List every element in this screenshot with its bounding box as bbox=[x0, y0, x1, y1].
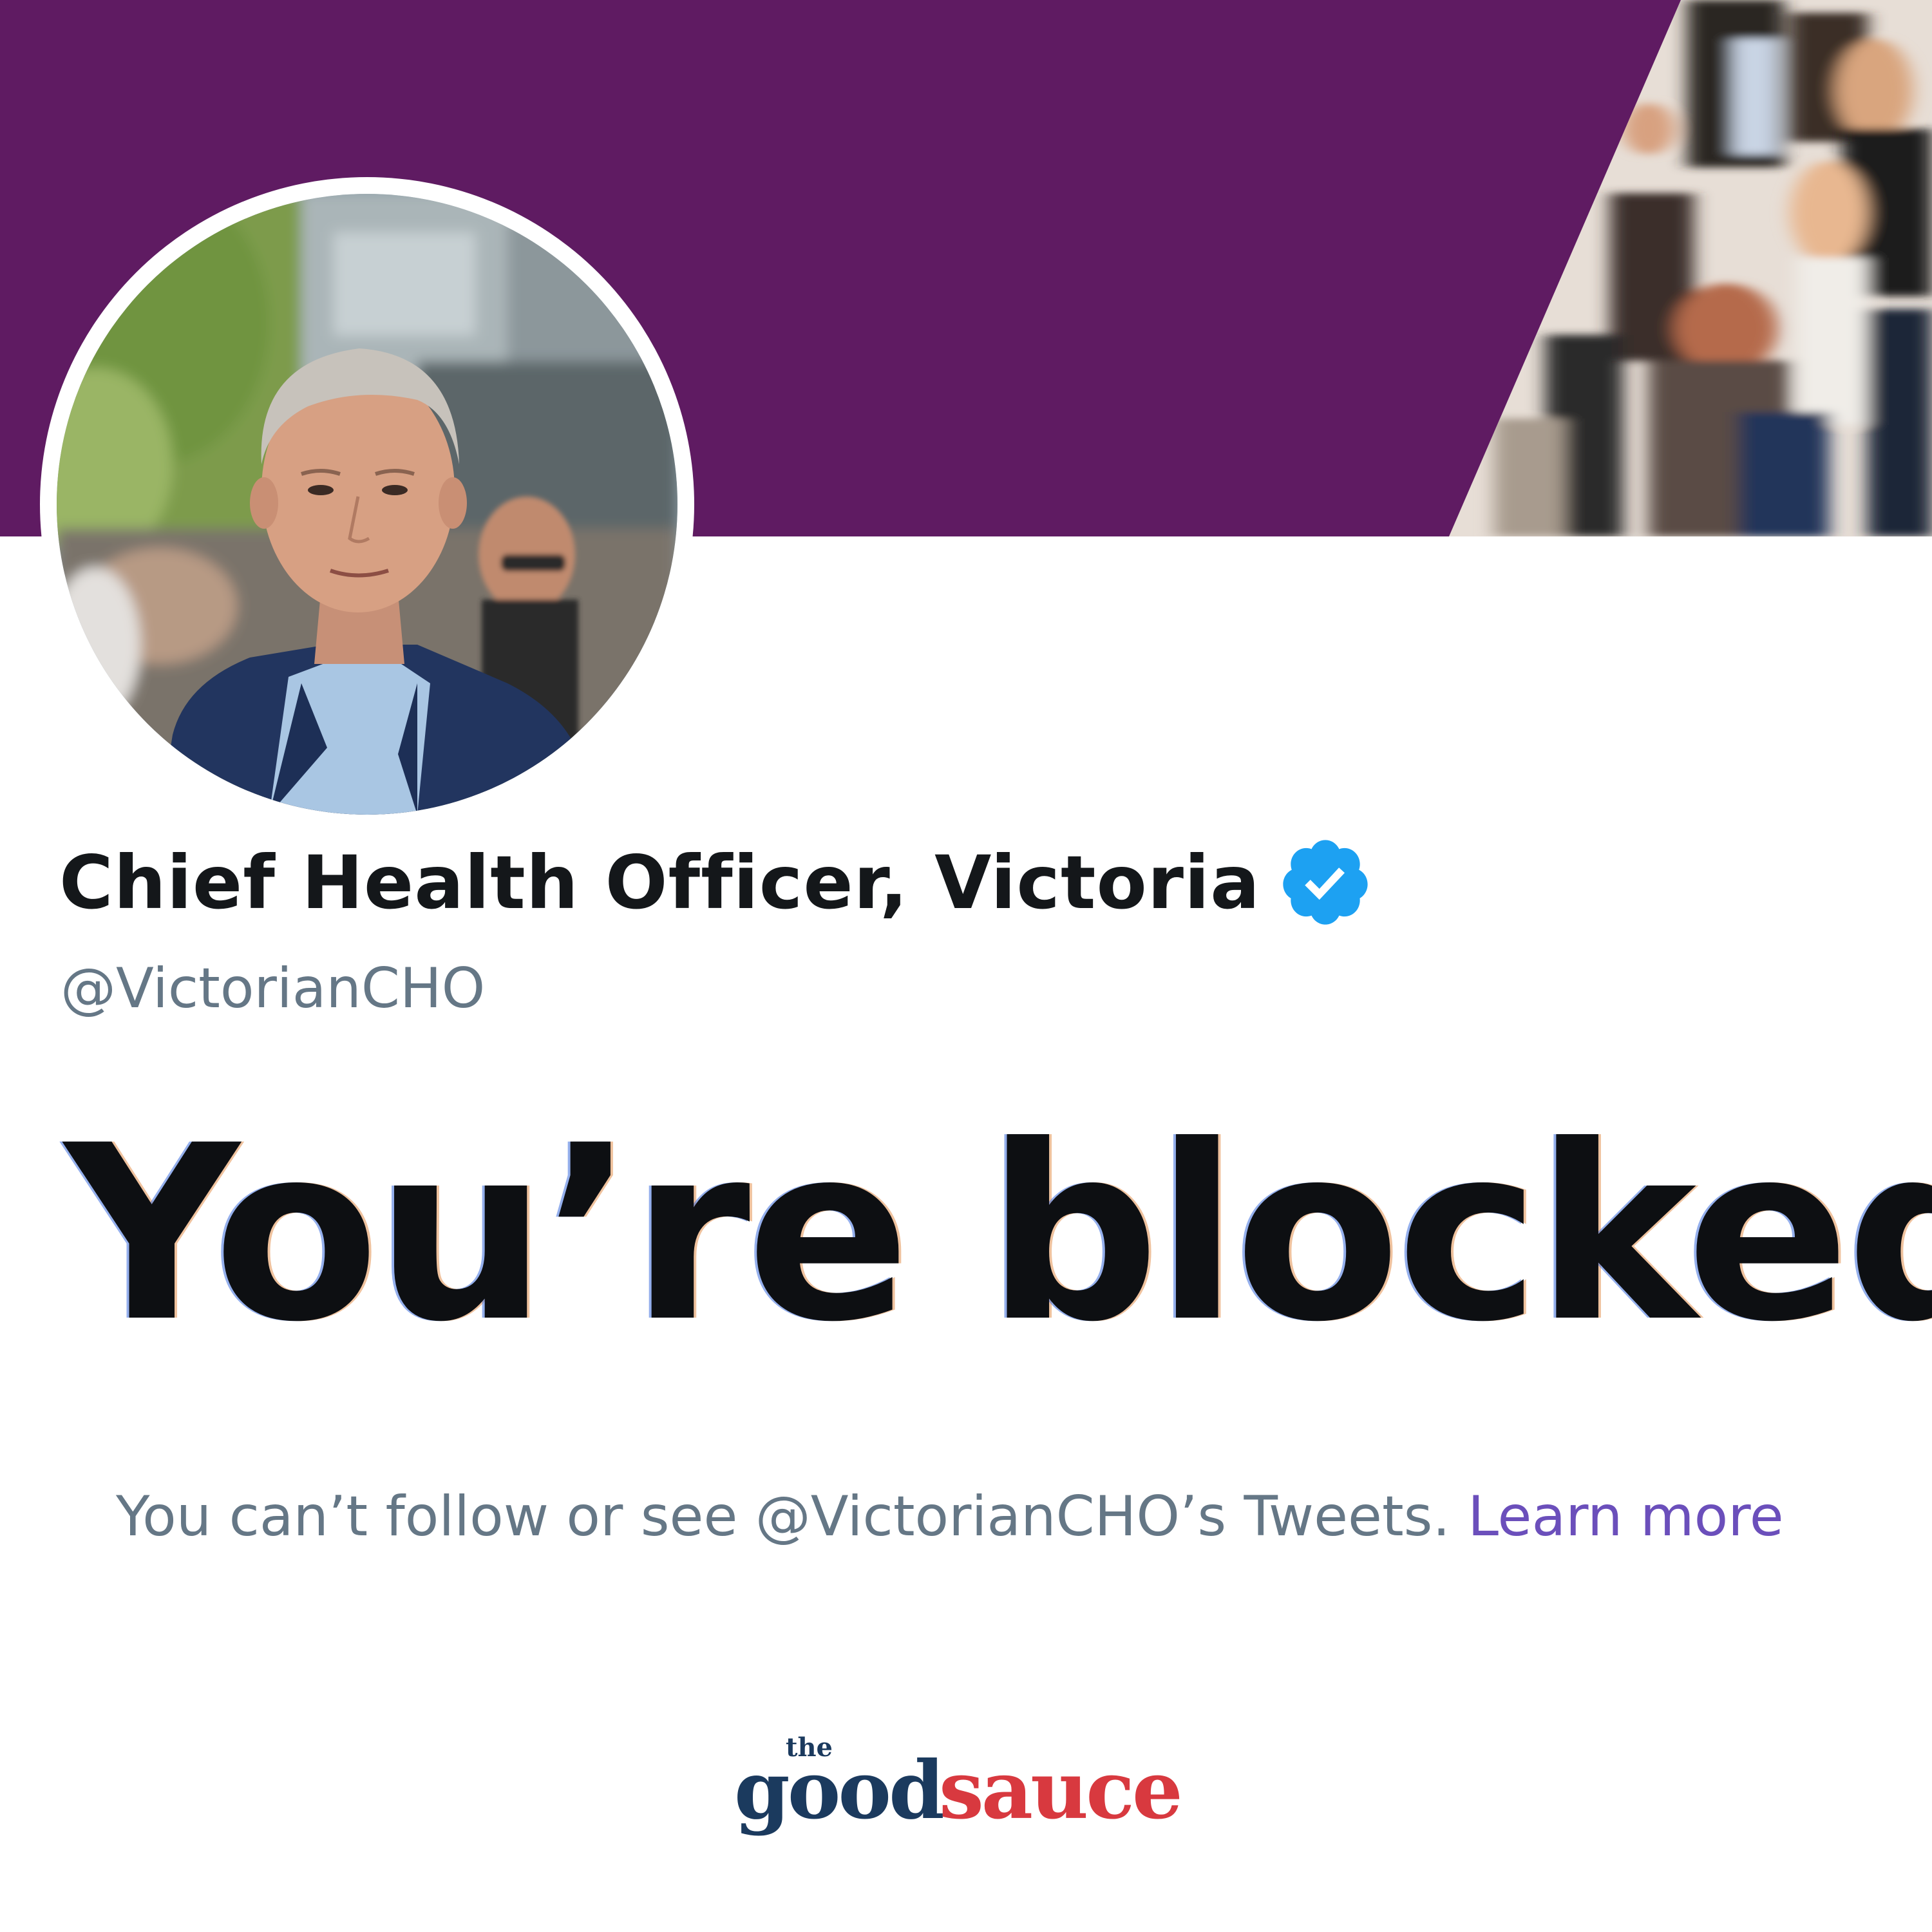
profile-handle: @VictorianCHO bbox=[61, 956, 486, 1021]
display-name: Chief Health Officer, Victoria bbox=[59, 839, 1261, 925]
goodsauce-logo: the good sauce bbox=[734, 1732, 1211, 1848]
blocked-message: You can’t follow or see @VictorianCHO’s … bbox=[116, 1484, 1450, 1549]
logo-good-text: good bbox=[734, 1744, 945, 1837]
blocked-message-row: You can’t follow or see @VictorianCHO’s … bbox=[116, 1484, 1784, 1549]
profile-page: Chief Health Officer, Victoria @Victoria… bbox=[0, 0, 1932, 1932]
verified-badge-icon bbox=[1277, 834, 1374, 931]
learn-more-link[interactable]: Learn more bbox=[1468, 1484, 1783, 1549]
display-name-row: Chief Health Officer, Victoria bbox=[59, 831, 1374, 934]
profile-avatar[interactable] bbox=[40, 177, 694, 831]
blocked-heading: You’re blocked bbox=[64, 1094, 1932, 1375]
logo-sauce-text: sauce bbox=[939, 1744, 1183, 1837]
avatar-photo bbox=[57, 194, 677, 815]
